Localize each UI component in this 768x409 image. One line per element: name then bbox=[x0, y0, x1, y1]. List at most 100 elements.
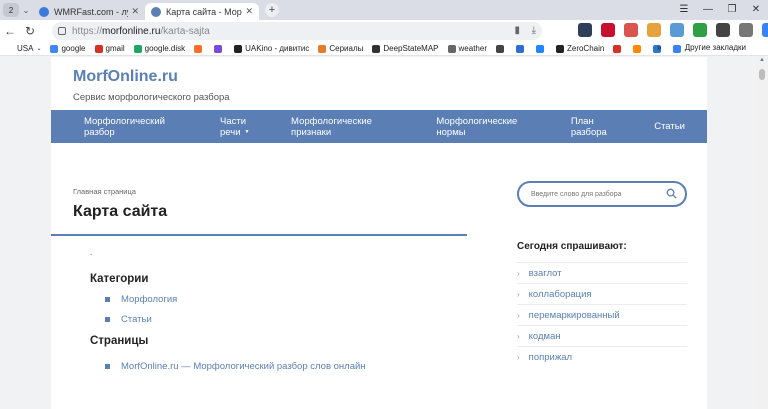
bookmark-item[interactable] bbox=[194, 44, 205, 53]
bookmark-item[interactable]: google.disk bbox=[133, 44, 186, 53]
download-icon[interactable]: ⤓ bbox=[532, 25, 536, 36]
page-viewport: MorfOnline.ru Сервис морфологического ра… bbox=[0, 57, 756, 409]
bookmark-favicon-icon bbox=[515, 44, 524, 53]
sidebar-item[interactable]: › коллаборация bbox=[517, 283, 687, 304]
sidebar-item[interactable]: › взаглот bbox=[517, 262, 687, 283]
bookmark-item[interactable]: ZeroChain bbox=[555, 44, 605, 53]
bookmark-label: gmail bbox=[105, 44, 125, 53]
morfonline-favicon-icon bbox=[151, 6, 161, 17]
restore-icon[interactable]: ❐ bbox=[720, 0, 744, 20]
extension-icon[interactable] bbox=[601, 23, 615, 37]
bookmark-item[interactable]: DeepStateMAP bbox=[372, 44, 439, 53]
sidebar-item-link[interactable]: кодман bbox=[529, 331, 561, 342]
menu-icon[interactable]: ☰ bbox=[672, 0, 696, 20]
section-heading-pages: Страницы bbox=[90, 335, 149, 347]
sidebar-item[interactable]: › поприжал bbox=[517, 346, 687, 367]
tab-karta-sajta[interactable]: Карта сайта - Морфо ✕ bbox=[145, 3, 259, 20]
bookmark-item[interactable]: google bbox=[50, 44, 86, 53]
tab-counter[interactable]: 2 bbox=[3, 3, 19, 17]
bookmark-item[interactable] bbox=[613, 44, 624, 53]
sidebar-item-link[interactable]: взаглот bbox=[529, 268, 562, 279]
nav-item-parts-of-speech[interactable]: Части речи ▼ bbox=[220, 116, 269, 138]
url-protocol: https:// bbox=[72, 25, 103, 37]
nav-item-morph-norms[interactable]: Морфологические нормы bbox=[436, 116, 548, 138]
bookmark-label: google.disk bbox=[144, 44, 186, 53]
search-input[interactable]: Введите слово для разбора bbox=[517, 181, 687, 207]
nav-item-analysis-plan[interactable]: План разбора bbox=[571, 116, 632, 138]
bookmark-item[interactable]: UAKino - дивитис bbox=[234, 44, 309, 53]
extension-icon[interactable] bbox=[739, 23, 753, 37]
bookmark-item[interactable] bbox=[633, 44, 644, 53]
bookmark-label: USA bbox=[17, 44, 34, 53]
extension-icon[interactable] bbox=[647, 23, 661, 37]
bookmark-favicon-icon bbox=[94, 44, 103, 53]
scroll-up-icon[interactable]: ▲ bbox=[756, 57, 768, 67]
bookmark-item[interactable] bbox=[214, 44, 225, 53]
other-bookmarks-button[interactable]: Другие закладки bbox=[685, 43, 746, 52]
chevron-right-icon: › bbox=[517, 331, 520, 341]
bookmark-favicon-icon bbox=[50, 44, 59, 53]
wmrfast-favicon-icon bbox=[39, 6, 49, 17]
bookmark-favicon-icon bbox=[447, 44, 456, 53]
title-divider bbox=[51, 234, 467, 236]
sidebar-item[interactable]: › кодман bbox=[517, 325, 687, 346]
scroll-thumb[interactable] bbox=[759, 69, 765, 80]
tab-strip: 2 ⌄ WMRFast.com - лучшее м ✕ Карта сайта… bbox=[0, 0, 768, 20]
chevron-right-icon: › bbox=[517, 289, 520, 299]
chevron-down-icon[interactable]: ⌄ bbox=[19, 6, 33, 15]
reload-icon[interactable]: ↻ bbox=[20, 24, 40, 38]
nav-item-articles[interactable]: Статьи bbox=[654, 121, 685, 132]
bookmark-label: ZeroChain bbox=[566, 44, 605, 53]
sidebar-item-link[interactable]: поприжал bbox=[529, 352, 572, 363]
list-item-link[interactable]: Морфология bbox=[121, 294, 177, 305]
list-item-link[interactable]: Статьи bbox=[121, 314, 152, 325]
bookmark-favicon-icon bbox=[133, 44, 142, 53]
bookmarks-more-button[interactable]: » bbox=[657, 43, 661, 52]
url-field[interactable]: https:// morfonline.ru /karta-sajta ▮ ⤓ bbox=[52, 22, 542, 40]
window-close-icon[interactable]: ✕ bbox=[744, 0, 768, 20]
nav-item-morph-features[interactable]: Морфологические признаки bbox=[291, 116, 414, 138]
page-scrollbar[interactable]: ▲ bbox=[756, 57, 768, 409]
bookmark-item[interactable]: USA ⌄ bbox=[6, 44, 41, 53]
tab-wmrfast[interactable]: WMRFast.com - лучшее м ✕ bbox=[33, 3, 145, 20]
square-bullet-icon bbox=[105, 297, 110, 302]
bookmark-item[interactable]: Сериалы bbox=[318, 44, 363, 53]
new-tab-button[interactable]: + bbox=[265, 3, 279, 17]
close-icon[interactable]: ✕ bbox=[245, 6, 253, 17]
list-item[interactable]: Статьи bbox=[105, 314, 467, 325]
bookmark-item[interactable] bbox=[515, 44, 527, 53]
bookmark-item[interactable] bbox=[673, 44, 684, 53]
sidebar-item-link[interactable]: коллаборация bbox=[529, 289, 592, 300]
window-controls: ☰ — ❐ ✕ bbox=[672, 0, 768, 20]
content-area: Главная страница Карта сайта . Категории… bbox=[51, 181, 707, 381]
url-path: /karta-sajta bbox=[160, 25, 210, 37]
search-icon[interactable] bbox=[666, 188, 677, 199]
sidebar-item-link[interactable]: перемаркированный bbox=[529, 310, 620, 321]
nav-item-morph-analysis[interactable]: Морфологический разбор bbox=[84, 116, 198, 138]
extension-icon[interactable] bbox=[693, 23, 707, 37]
extension-icon[interactable] bbox=[624, 23, 638, 37]
bookmark-favicon-icon bbox=[194, 44, 203, 53]
bookmark-icon[interactable]: ▮ bbox=[514, 25, 520, 36]
address-bar-row: ← ↻ https:// morfonline.ru /karta-sajta … bbox=[0, 20, 768, 42]
list-item-link[interactable]: MorfOnline.ru — Морфологический разбор с… bbox=[121, 361, 366, 372]
extension-icon[interactable] bbox=[670, 23, 684, 37]
extension-icon[interactable] bbox=[578, 23, 592, 37]
sidebar-item[interactable]: › перемаркированный bbox=[517, 304, 687, 325]
bookmark-item[interactable] bbox=[495, 44, 507, 53]
bookmark-item[interactable]: weather bbox=[447, 44, 487, 53]
bookmark-item[interactable]: gmail bbox=[94, 44, 125, 53]
list-item[interactable]: Морфология bbox=[105, 294, 467, 305]
minimize-icon[interactable]: — bbox=[696, 0, 720, 20]
bookmark-label: google bbox=[61, 44, 86, 53]
site-logo[interactable]: MorfOnline.ru bbox=[73, 68, 707, 86]
bookmark-item[interactable] bbox=[535, 44, 547, 53]
extension-icon[interactable] bbox=[762, 23, 768, 37]
back-icon[interactable]: ← bbox=[0, 24, 20, 38]
breadcrumb[interactable]: Главная страница bbox=[73, 187, 467, 196]
extension-icon[interactable] bbox=[716, 23, 730, 37]
list-item[interactable]: MorfOnline.ru — Морфологический разбор с… bbox=[105, 361, 467, 372]
bookmark-favicon-icon bbox=[673, 44, 682, 53]
close-icon[interactable]: ✕ bbox=[131, 6, 139, 17]
url-host: morfonline.ru bbox=[102, 25, 161, 37]
